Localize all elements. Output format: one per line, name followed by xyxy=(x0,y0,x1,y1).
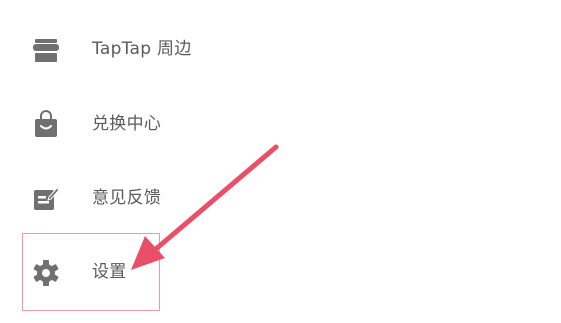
settings-highlight-box xyxy=(22,233,160,311)
store-icon xyxy=(33,39,59,62)
menu-item-feedback[interactable]: 意见反馈 xyxy=(0,167,561,227)
menu-item-taptap-merch[interactable]: TapTap 周边 xyxy=(0,18,561,78)
shopping-bag-icon xyxy=(35,110,57,137)
menu-item-redeem-center[interactable]: 兑换中心 xyxy=(0,93,561,153)
menu-item-label: TapTap 周边 xyxy=(92,39,192,59)
menu-item-label: 兑换中心 xyxy=(92,114,162,134)
feedback-icon xyxy=(34,187,60,210)
menu-item-label: 意见反馈 xyxy=(92,188,162,208)
